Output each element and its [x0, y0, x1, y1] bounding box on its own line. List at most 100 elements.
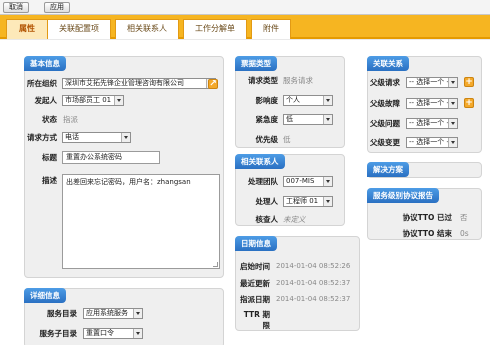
initiator-select-value: 市场部员工 01	[65, 96, 112, 104]
handler-select-value: 工程师 01	[286, 197, 319, 205]
request-method-label: 请求方式	[27, 133, 57, 142]
service-subcatalog-select[interactable]: 重置口令	[83, 328, 143, 339]
service-catalog-select-value: 应用系统服务	[86, 309, 128, 317]
org-label: 所在组织	[27, 79, 57, 88]
chevron-down-icon	[448, 119, 457, 128]
solution-panel: 解决方案	[367, 162, 482, 178]
service-subcatalog-label: 服务子目录	[39, 329, 78, 338]
team-select-value: 007-MIS	[286, 177, 315, 185]
parent-problem-select[interactable]: -- 选择一个 --	[406, 118, 458, 129]
priority-value: 低	[283, 135, 291, 144]
initiator-label: 发起人	[34, 96, 58, 105]
panel-title: 详细信息	[24, 288, 66, 303]
parent-change-select-value: -- 选择一个 --	[409, 138, 452, 146]
org-select-value: 深圳市艾拓先锋企业管理咨询有限公司	[65, 79, 184, 87]
panel-title: 基本信息	[24, 56, 66, 71]
chevron-down-icon	[448, 99, 457, 108]
parent-request-select-value: -- 选择一个 --	[409, 78, 452, 86]
chevron-down-icon	[323, 115, 332, 124]
parent-incident-select-value: -- 选择一个 --	[409, 99, 452, 107]
tab-attachments[interactable]: 附件	[251, 19, 291, 39]
assign-date-label: 指派日期	[240, 295, 270, 304]
start-time-label: 启始时间	[240, 262, 270, 271]
tab-related-contacts[interactable]: 相关联系人	[115, 19, 179, 39]
service-catalog-label: 服务目录	[47, 309, 77, 318]
chevron-down-icon	[133, 329, 142, 338]
parent-change-select[interactable]: -- 选择一个 --	[406, 137, 458, 148]
panel-title: 日期信息	[235, 236, 277, 251]
resize-grip-icon[interactable]	[213, 262, 218, 267]
description-textarea[interactable]: 出差回来忘记密码，用户名：zhangsan	[62, 174, 220, 269]
chevron-down-icon	[448, 138, 457, 147]
parent-incident-label: 父级故障	[370, 99, 400, 108]
org-select[interactable]: 深圳市艾拓先锋企业管理咨询有限公司	[62, 78, 216, 89]
last-update-value: 2014-01-04 08:52:37	[276, 279, 351, 287]
priority-label: 优先级	[255, 135, 279, 144]
description-text: 出差回来忘记密码，用户名：zhangsan	[66, 178, 191, 186]
ttr-deadline-label: TTR 期限	[243, 310, 270, 330]
panel-title[interactable]: 解决方案	[367, 162, 409, 177]
checker-label: 核查人	[255, 215, 279, 224]
chevron-down-icon	[323, 197, 332, 206]
panel-title: 服务级别协议报告	[367, 188, 439, 203]
impact-select[interactable]: 个人	[283, 95, 333, 106]
request-type-label: 请求类型	[248, 76, 278, 85]
parent-problem-label: 父级问题	[370, 119, 400, 128]
status-label: 状态	[42, 115, 57, 124]
parent-request-select[interactable]: -- 选择一个 --	[406, 77, 458, 88]
checker-value: 未定义	[283, 215, 306, 224]
top-toolbar: 取消 应用	[0, 0, 490, 15]
detail-info-panel: 详细信息 服务目录 应用系统服务 服务子目录 重置口令	[24, 288, 224, 345]
urgency-select[interactable]: 低	[283, 114, 333, 125]
parent-incident-select[interactable]: -- 选择一个 --	[406, 98, 458, 109]
cancel-button[interactable]: 取消	[3, 2, 29, 13]
basic-info-panel: 基本信息 所在组织 深圳市艾拓先锋企业管理咨询有限公司 ↗ 发起人 市场部员工 …	[24, 56, 224, 278]
date-info-panel: 日期信息 启始时间 2014-01-04 08:52:26 最近更新 2014-…	[235, 236, 360, 331]
impact-select-value: 个人	[286, 96, 300, 104]
handler-label: 处理人	[255, 197, 279, 206]
panel-title: 关联关系	[367, 56, 409, 71]
tab-strip: 属性 关联配置项 相关联系人 工作分解单 附件	[0, 15, 490, 39]
status-value: 指派	[63, 115, 78, 124]
sla-report-panel: 服务级别协议报告 协议TTO 已过 否 协议TTO 结束 0s	[367, 188, 482, 240]
panel-title: 相关联系人	[235, 154, 285, 169]
contacts-panel: 相关联系人 处理团队 007-MIS 处理人 工程师 01 核查人 未定义	[235, 154, 345, 226]
tab-related-config-items[interactable]: 关联配置项	[47, 19, 111, 39]
initiator-select[interactable]: 市场部员工 01	[62, 95, 124, 106]
tto-end-value: 0s	[460, 229, 469, 238]
impact-label: 影响度	[255, 96, 279, 105]
request-method-select[interactable]: 电话	[62, 132, 131, 143]
parent-change-label: 父级变更	[370, 138, 400, 147]
chevron-down-icon	[114, 96, 123, 105]
urgency-label: 紧急度	[255, 115, 279, 124]
last-update-label: 最近更新	[240, 279, 270, 288]
subject-label: 标题	[42, 153, 57, 162]
chevron-down-icon	[448, 78, 457, 87]
tto-end-label: 协议TTO 结束	[402, 229, 452, 238]
tto-passed-label: 协议TTO 已过	[402, 213, 452, 222]
ticket-type-panel: 票据类型 请求类型 服务请求 影响度 个人 紧急度 低 优先级 低	[235, 56, 345, 148]
chevron-down-icon	[133, 309, 142, 318]
tab-properties[interactable]: 属性	[6, 19, 48, 39]
apply-button[interactable]: 应用	[44, 2, 70, 13]
parent-request-label: 父级请求	[370, 78, 400, 87]
add-parent-incident-button[interactable]: +	[464, 98, 474, 108]
subject-input[interactable]: 重置办公系统密码	[62, 151, 160, 164]
team-label: 处理团队	[248, 177, 278, 186]
urgency-select-value: 低	[286, 115, 293, 123]
handler-select[interactable]: 工程师 01	[283, 196, 333, 207]
parent-problem-select-value: -- 选择一个 --	[409, 119, 452, 127]
chevron-down-icon	[323, 177, 332, 186]
team-select[interactable]: 007-MIS	[283, 176, 333, 187]
service-catalog-select[interactable]: 应用系统服务	[83, 308, 143, 319]
start-time-value: 2014-01-04 08:52:26	[276, 262, 351, 270]
add-parent-request-button[interactable]: +	[464, 77, 474, 87]
org-link-icon[interactable]: ↗	[208, 79, 218, 89]
tab-work-orders[interactable]: 工作分解单	[183, 19, 247, 39]
chevron-down-icon	[323, 96, 332, 105]
request-type-value: 服务请求	[283, 76, 313, 85]
relations-panel: 关联关系 父级请求 -- 选择一个 -- + 父级故障 -- 选择一个 -- +…	[367, 56, 482, 153]
panel-title: 票据类型	[235, 56, 277, 71]
request-method-select-value: 电话	[65, 133, 79, 141]
tto-passed-value: 否	[460, 213, 468, 222]
